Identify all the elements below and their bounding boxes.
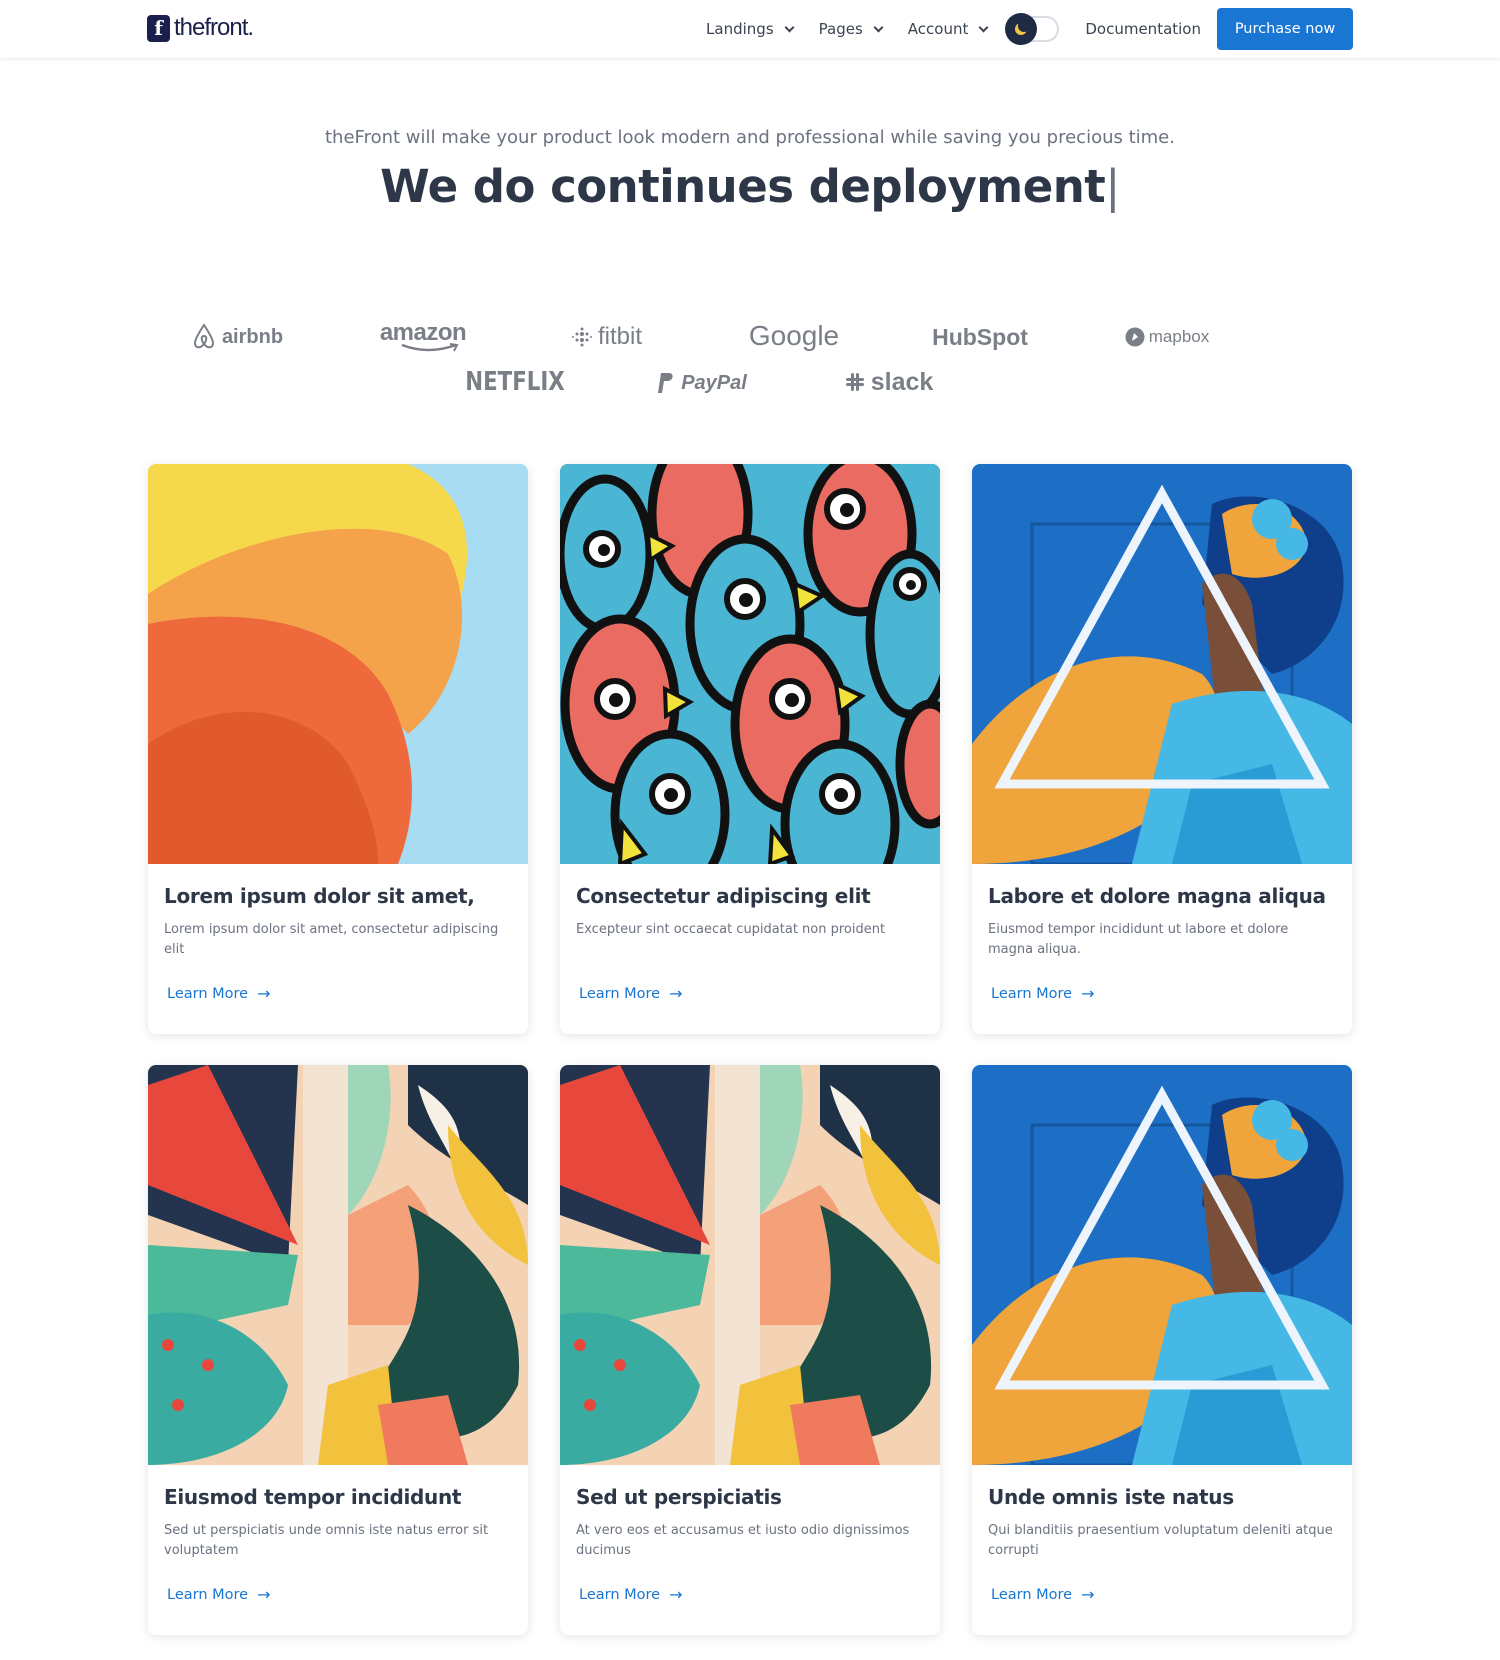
card-image: [560, 1065, 940, 1465]
main-nav: Landings Pages Account Documentation Pur…: [680, 8, 1353, 50]
card-title: Consectetur adipiscing elit: [576, 884, 871, 908]
learn-more-label: Learn More: [579, 1586, 661, 1603]
slack-icon: [845, 373, 864, 391]
learn-more-link[interactable]: Learn More →: [579, 1585, 683, 1604]
theme-toggle[interactable]: [1005, 13, 1060, 45]
google-logo: Google: [724, 319, 864, 353]
hero-title: We do continues deployment|: [0, 160, 1500, 213]
thefront-logo[interactable]: f thefront.: [147, 14, 254, 42]
card-image: [560, 464, 940, 864]
brand-mapbox: mapbox: [1148, 327, 1210, 346]
nav-account-label: Account: [907, 20, 969, 38]
card-title: Unde omnis iste natus: [988, 1485, 1234, 1509]
learn-more-link[interactable]: Learn More →: [167, 1585, 271, 1604]
card-image: [972, 1065, 1352, 1465]
nav-pages-label: Pages: [818, 20, 863, 38]
arrow-right-icon: →: [257, 984, 271, 1003]
card-6: Unde omnis iste natus Qui blanditiis pra…: [972, 1065, 1352, 1635]
moon-icon: [1018, 20, 1030, 32]
learn-more-link[interactable]: Learn More →: [991, 1585, 1095, 1604]
fitbit-logo: fitbit: [537, 320, 677, 354]
card-description: Lorem ipsum dolor sit amet, consectetur …: [164, 922, 499, 957]
learn-more-label: Learn More: [167, 985, 249, 1002]
card-title: Eiusmod tempor incididunt: [164, 1485, 462, 1509]
nav-landings-label: Landings: [706, 20, 774, 38]
learn-more-label: Learn More: [579, 985, 661, 1002]
card-description: Qui blanditiis praesentium voluptatum de…: [988, 1523, 1333, 1558]
logo-text: thefront.: [174, 14, 254, 41]
brand-netflix: NETFLIX: [465, 367, 565, 397]
card-5: Sed ut perspiciatis At vero eos et accus…: [560, 1065, 940, 1635]
card-image: [148, 1065, 528, 1465]
learn-more-link[interactable]: Learn More →: [167, 984, 271, 1003]
card-description: Sed ut perspiciatis unde omnis iste natu…: [164, 1523, 489, 1558]
learn-more-label: Learn More: [167, 1586, 249, 1603]
arrow-right-icon: →: [669, 984, 683, 1003]
amazon-smile-icon: [401, 343, 459, 352]
card-4: Eiusmod tempor incididunt Sed ut perspic…: [148, 1065, 528, 1635]
mapbox-icon: [1125, 327, 1145, 347]
learn-more-link[interactable]: Learn More →: [991, 984, 1095, 1003]
slack-logo: slack: [818, 365, 958, 399]
brand-paypal: PayPal: [681, 371, 747, 394]
hero-title-text: We do continues deployment: [380, 160, 1106, 213]
paypal-logo: PayPal: [632, 366, 772, 400]
hubspot-logo: HubSpot: [910, 320, 1050, 354]
toggle-knob: [1005, 13, 1038, 45]
typing-cursor: |: [1105, 160, 1120, 213]
learn-more-link[interactable]: Learn More →: [579, 984, 683, 1003]
logo-mark: f: [147, 14, 170, 42]
fitbit-icon: [571, 327, 592, 347]
hero-subtitle: theFront will make your product look mod…: [325, 127, 1175, 148]
chevron-down-icon: [873, 22, 884, 32]
nav-pages[interactable]: Pages: [818, 20, 884, 38]
chevron-down-icon: [978, 22, 989, 32]
nav-account[interactable]: Account: [907, 20, 989, 38]
arrow-right-icon: →: [1081, 1585, 1095, 1604]
card-description: Eiusmod tempor incididunt ut labore et d…: [988, 922, 1289, 957]
brand-slack: slack: [870, 367, 934, 396]
card-title: Labore et dolore magna aliqua: [988, 884, 1326, 908]
chevron-down-icon: [784, 22, 795, 32]
brand-google: Google: [748, 320, 840, 351]
amazon-logo: amazon: [353, 316, 493, 352]
nav-landings[interactable]: Landings: [706, 20, 795, 38]
card-image: [148, 464, 528, 864]
purchase-now-button[interactable]: Purchase now: [1217, 8, 1353, 50]
mapbox-logo: mapbox: [1097, 320, 1237, 354]
top-navbar: f thefront. Landings Pages Account Docum…: [0, 0, 1500, 58]
card-2: Consectetur adipiscing elit Excepteur si…: [560, 464, 940, 1034]
nav-documentation[interactable]: Documentation: [1085, 20, 1201, 38]
netflix-logo: NETFLIX: [458, 365, 573, 399]
brand-hubspot: HubSpot: [932, 323, 1028, 350]
airbnb-logo: airbnb: [167, 320, 307, 354]
card-1: Lorem ipsum dolor sit amet, Lorem ipsum …: [148, 464, 528, 1034]
card-title: Sed ut perspiciatis: [576, 1485, 782, 1509]
paypal-icon: [658, 373, 673, 393]
learn-more-label: Learn More: [991, 985, 1073, 1002]
card-description: Excepteur sint occaecat cupidatat non pr…: [576, 922, 886, 937]
airbnb-icon: [193, 323, 214, 349]
arrow-right-icon: →: [1081, 984, 1095, 1003]
card-title: Lorem ipsum dolor sit amet,: [164, 884, 475, 908]
card-image: [972, 464, 1352, 864]
brand-amazon: amazon: [379, 319, 467, 346]
brand-fitbit: fitbit: [597, 323, 642, 350]
card-3: Labore et dolore magna aliqua Eiusmod te…: [972, 464, 1352, 1034]
learn-more-label: Learn More: [991, 1586, 1073, 1603]
arrow-right-icon: →: [669, 1585, 683, 1604]
card-description: At vero eos et accusamus et iusto odio d…: [576, 1523, 910, 1558]
arrow-right-icon: →: [257, 1585, 271, 1604]
brand-airbnb: airbnb: [221, 325, 284, 348]
